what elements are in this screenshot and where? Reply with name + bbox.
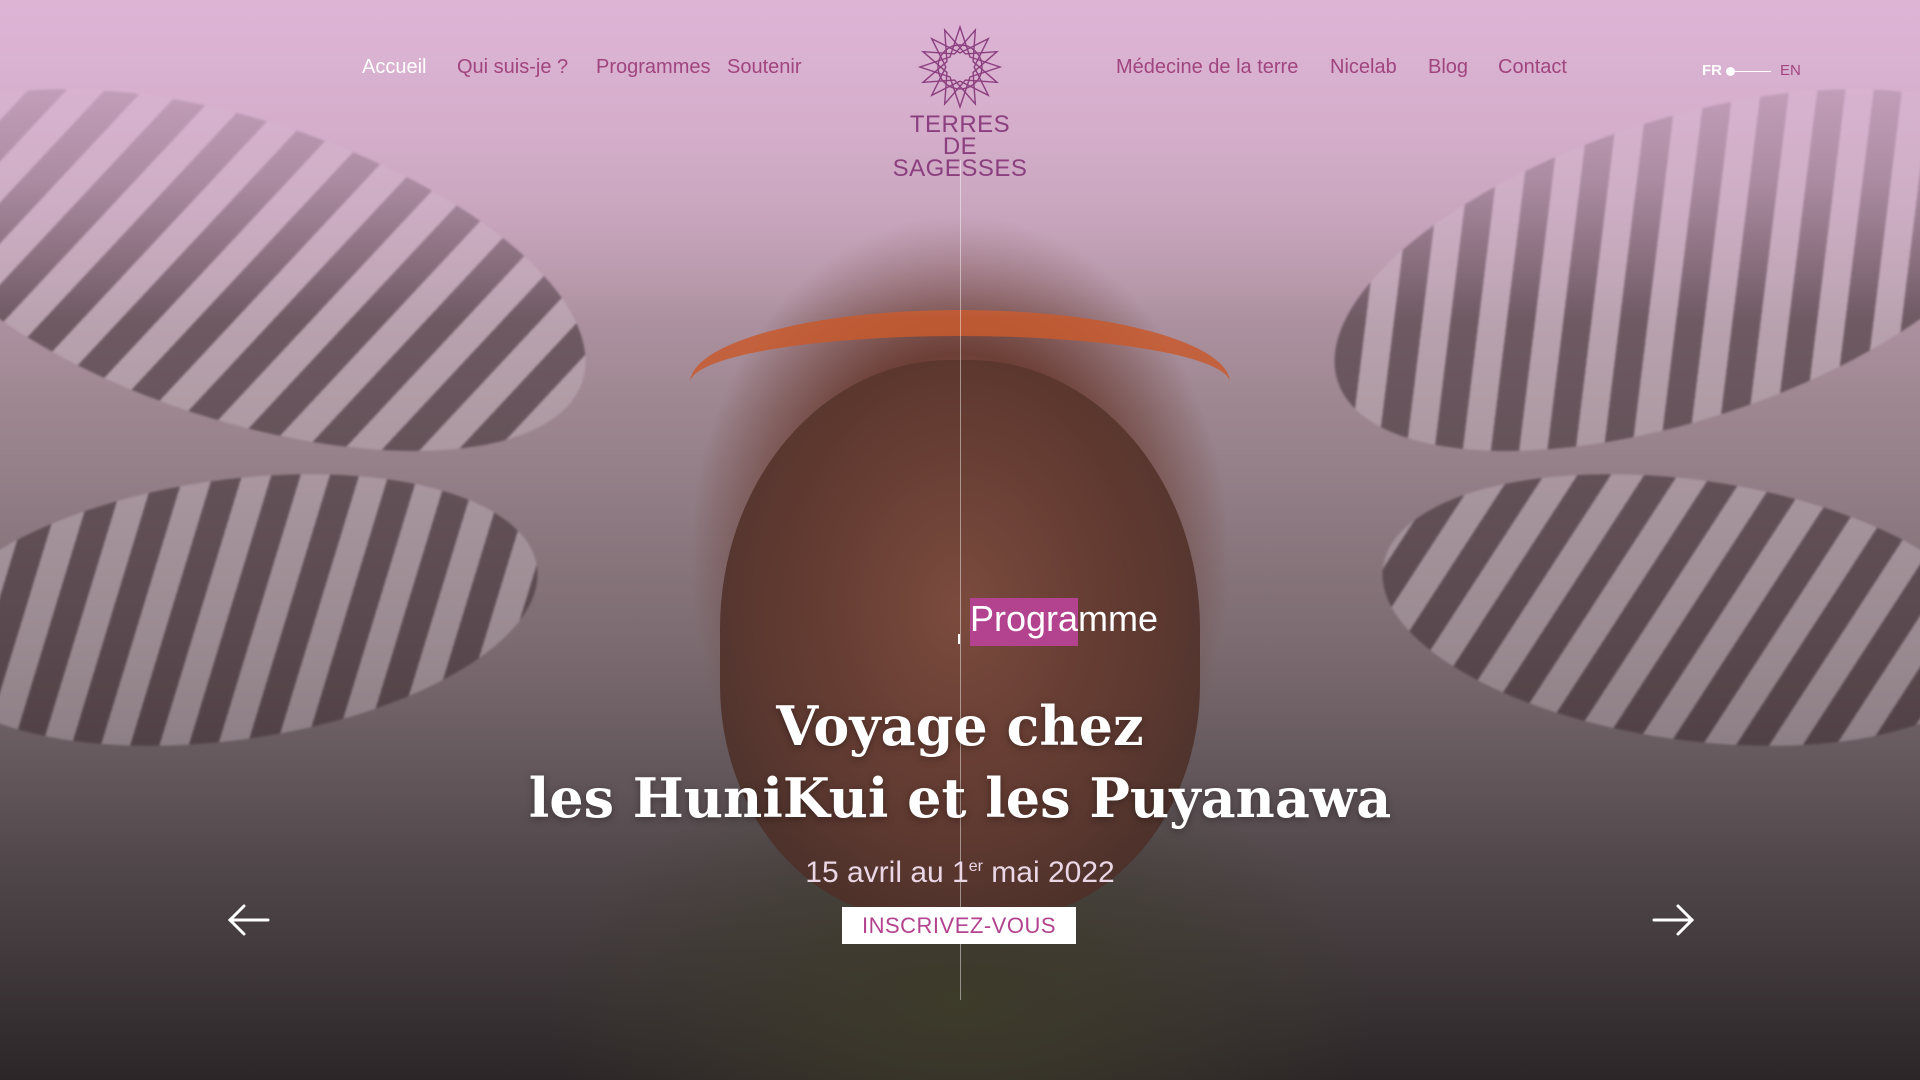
logo-line-1: TERRES DE	[909, 111, 1011, 160]
hero-title: Voyage chez les HuniKui et les Puyanawa	[460, 690, 1460, 834]
logo-text: TERRES DE SAGESSES	[892, 111, 1028, 182]
carousel-next-button[interactable]	[1650, 900, 1696, 940]
hero-title-line-1: Voyage chez	[776, 694, 1144, 758]
hero-section: Accueil Qui suis-je ? Programmes Souteni…	[0, 0, 1920, 1080]
dates-sup: er	[968, 858, 983, 875]
hero-title-line-2: les HuniKui et les Puyanawa	[528, 766, 1392, 830]
program-tag: Programme	[970, 598, 1159, 639]
arrow-right-icon	[1650, 904, 1696, 944]
mandala-star-icon	[892, 24, 1028, 110]
register-button[interactable]: INSCRIVEZ-VOUS	[842, 907, 1076, 944]
nav-accueil[interactable]: Accueil	[362, 56, 426, 79]
nav-programmes[interactable]: Programmes	[596, 56, 710, 79]
lang-fr[interactable]: FR	[1702, 62, 1722, 79]
nav-contact[interactable]: Contact	[1498, 56, 1567, 79]
language-switch[interactable]: FR EN	[1702, 62, 1802, 82]
logo-line-2: SAGESSES	[892, 155, 1028, 182]
carousel-prev-button[interactable]	[226, 900, 272, 940]
nav-qui-suis-je[interactable]: Qui suis-je ?	[457, 56, 568, 79]
nav-blog[interactable]: Blog	[1428, 56, 1468, 79]
dates-end: mai 2022	[982, 856, 1115, 889]
lang-indicator-line	[1735, 71, 1771, 72]
event-dates: 15 avril au 1er mai 2022	[660, 856, 1260, 890]
nav-soutenir[interactable]: Soutenir	[727, 56, 802, 79]
nav-nicelab[interactable]: Nicelab	[1330, 56, 1397, 79]
lang-en[interactable]: EN	[1780, 62, 1801, 79]
nav-medecine-de-la-terre[interactable]: Médecine de la terre	[1116, 56, 1298, 79]
arrow-left-icon	[226, 904, 272, 944]
dates-start: 15 avril au 1	[805, 856, 969, 889]
site-logo[interactable]: TERRES DE SAGESSES	[892, 24, 1028, 181]
lang-indicator-dot	[1726, 67, 1735, 76]
tag-tick	[958, 634, 960, 644]
